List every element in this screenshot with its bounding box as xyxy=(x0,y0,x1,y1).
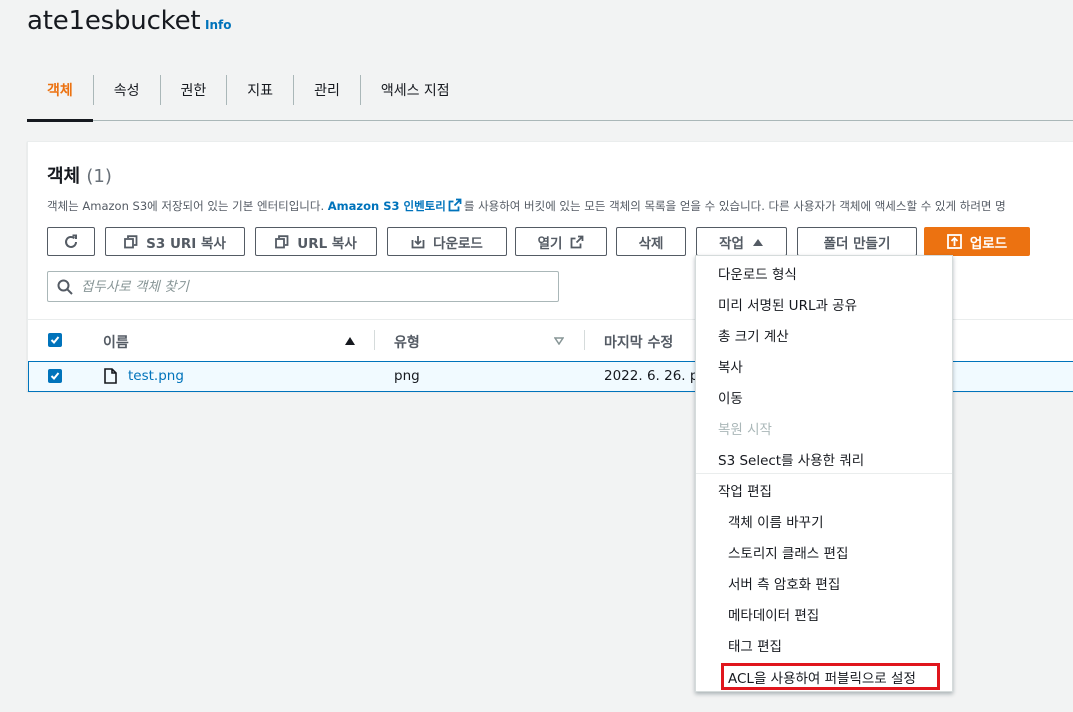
highlight-annotation-box xyxy=(721,663,940,690)
copy-s3-uri-button[interactable]: S3 URI 복사 xyxy=(105,227,245,256)
download-icon xyxy=(411,235,425,248)
create-folder-label: 폴더 만들기 xyxy=(823,235,891,252)
row-checkbox[interactable] xyxy=(48,369,62,383)
copy-url-label: URL 복사 xyxy=(297,235,357,252)
objects-description: 객체는 Amazon S3에 저장되어 있는 기본 엔터티입니다. Amazon… xyxy=(47,198,1073,214)
description-text-start: 객체는 Amazon S3에 저장되어 있는 기본 엔터티입니다. xyxy=(47,199,328,213)
download-label: 다운로드 xyxy=(433,235,483,252)
refresh-button[interactable] xyxy=(47,227,95,256)
actions-dropdown-menu: 다운로드 형식 미리 서명된 URL과 공유 총 크기 계산 복사 이동 복원 … xyxy=(695,255,953,692)
checkmark-icon xyxy=(50,336,60,344)
menu-item-initiate-restore: 복원 시작 xyxy=(718,422,772,438)
upload-icon xyxy=(946,234,962,249)
menu-item-edit-storage-class[interactable]: 스토리지 클래스 편집 xyxy=(728,542,848,562)
menu-item-move[interactable]: 이동 xyxy=(718,387,743,407)
menu-item-query-s3-select[interactable]: S3 Select를 사용한 쿼리 xyxy=(718,449,864,469)
menu-item-share-presigned-url[interactable]: 미리 서명된 URL과 공유 xyxy=(718,294,857,314)
refresh-icon xyxy=(65,234,77,248)
copy-s3-uri-label: S3 URI 복사 xyxy=(146,235,226,252)
checkmark-icon xyxy=(50,372,60,380)
tab-objects[interactable]: 객체 xyxy=(27,60,93,122)
select-all-checkbox[interactable] xyxy=(48,333,62,347)
copy-icon xyxy=(124,234,138,248)
external-link-icon xyxy=(571,235,584,248)
s3-bucket-page: ate1esbucket Info 객체 속성 권한 지표 관리 액세스 지점 … xyxy=(0,0,1073,712)
upload-label: 업로드 xyxy=(969,235,1008,252)
menu-item-calculate-total-size[interactable]: 총 크기 계산 xyxy=(718,325,789,345)
sort-icon[interactable] xyxy=(554,337,564,345)
delete-button[interactable]: 삭제 xyxy=(616,227,686,256)
copy-url-button[interactable]: URL 복사 xyxy=(255,227,377,256)
inventory-link[interactable]: Amazon S3 인벤토리 xyxy=(328,199,446,213)
tab-permissions[interactable]: 권한 xyxy=(161,60,227,121)
column-header-name[interactable]: 이름 xyxy=(103,332,129,352)
menu-divider xyxy=(696,473,952,474)
external-link-icon xyxy=(448,198,462,212)
tab-bar: 객체 속성 권한 지표 관리 액세스 지점 xyxy=(27,60,1073,122)
search-box xyxy=(47,271,559,302)
search-icon xyxy=(57,279,73,295)
tab-management[interactable]: 관리 xyxy=(294,60,360,121)
menu-item-rename-object[interactable]: 객체 이름 바꾸기 xyxy=(728,511,824,531)
download-button[interactable]: 다운로드 xyxy=(387,227,507,256)
actions-label: 작업 xyxy=(719,235,744,252)
column-header-type[interactable]: 유형 xyxy=(394,332,420,352)
search-input[interactable] xyxy=(81,272,541,301)
column-divider xyxy=(584,330,585,350)
tab-properties[interactable]: 속성 xyxy=(94,60,160,121)
menu-item-copy[interactable]: 복사 xyxy=(718,356,743,376)
tab-metrics[interactable]: 지표 xyxy=(227,60,293,121)
column-header-last-modified[interactable]: 마지막 수정 xyxy=(604,332,673,352)
objects-heading: 객체 (1) xyxy=(47,162,112,188)
delete-label: 삭제 xyxy=(638,235,664,252)
info-link[interactable]: Info xyxy=(205,18,231,32)
menu-item-edit-server-side-encryption[interactable]: 서버 측 암호화 편집 xyxy=(728,573,840,593)
object-type: png xyxy=(394,368,420,384)
page-title: ate1esbucket xyxy=(27,6,201,36)
tab-access-points[interactable]: 액세스 지점 xyxy=(361,60,470,121)
menu-group-edit-actions: 작업 편집 xyxy=(718,484,772,500)
object-name-link[interactable]: test.png xyxy=(128,368,184,384)
open-button[interactable]: 열기 xyxy=(515,227,607,256)
caret-up-icon xyxy=(752,238,763,246)
open-label: 열기 xyxy=(537,235,563,252)
sort-ascending-icon[interactable] xyxy=(344,336,356,346)
copy-icon xyxy=(275,234,289,248)
description-text-end: 를 사용하여 버킷에 있는 모든 객체의 목록을 얻을 수 있습니다. 다른 사… xyxy=(463,199,1006,213)
create-folder-button[interactable]: 폴더 만들기 xyxy=(797,227,917,256)
menu-item-edit-metadata[interactable]: 메타데이터 편집 xyxy=(728,604,819,624)
file-icon xyxy=(104,368,117,384)
objects-count: (1) xyxy=(86,166,112,187)
objects-title: 객체 xyxy=(47,166,81,187)
column-divider xyxy=(374,330,375,350)
menu-item-edit-tags[interactable]: 태그 편집 xyxy=(728,635,782,655)
menu-item-download-as[interactable]: 다운로드 형식 xyxy=(718,263,797,283)
upload-button[interactable]: 업로드 xyxy=(924,227,1030,256)
actions-button[interactable]: 작업 xyxy=(696,227,787,256)
